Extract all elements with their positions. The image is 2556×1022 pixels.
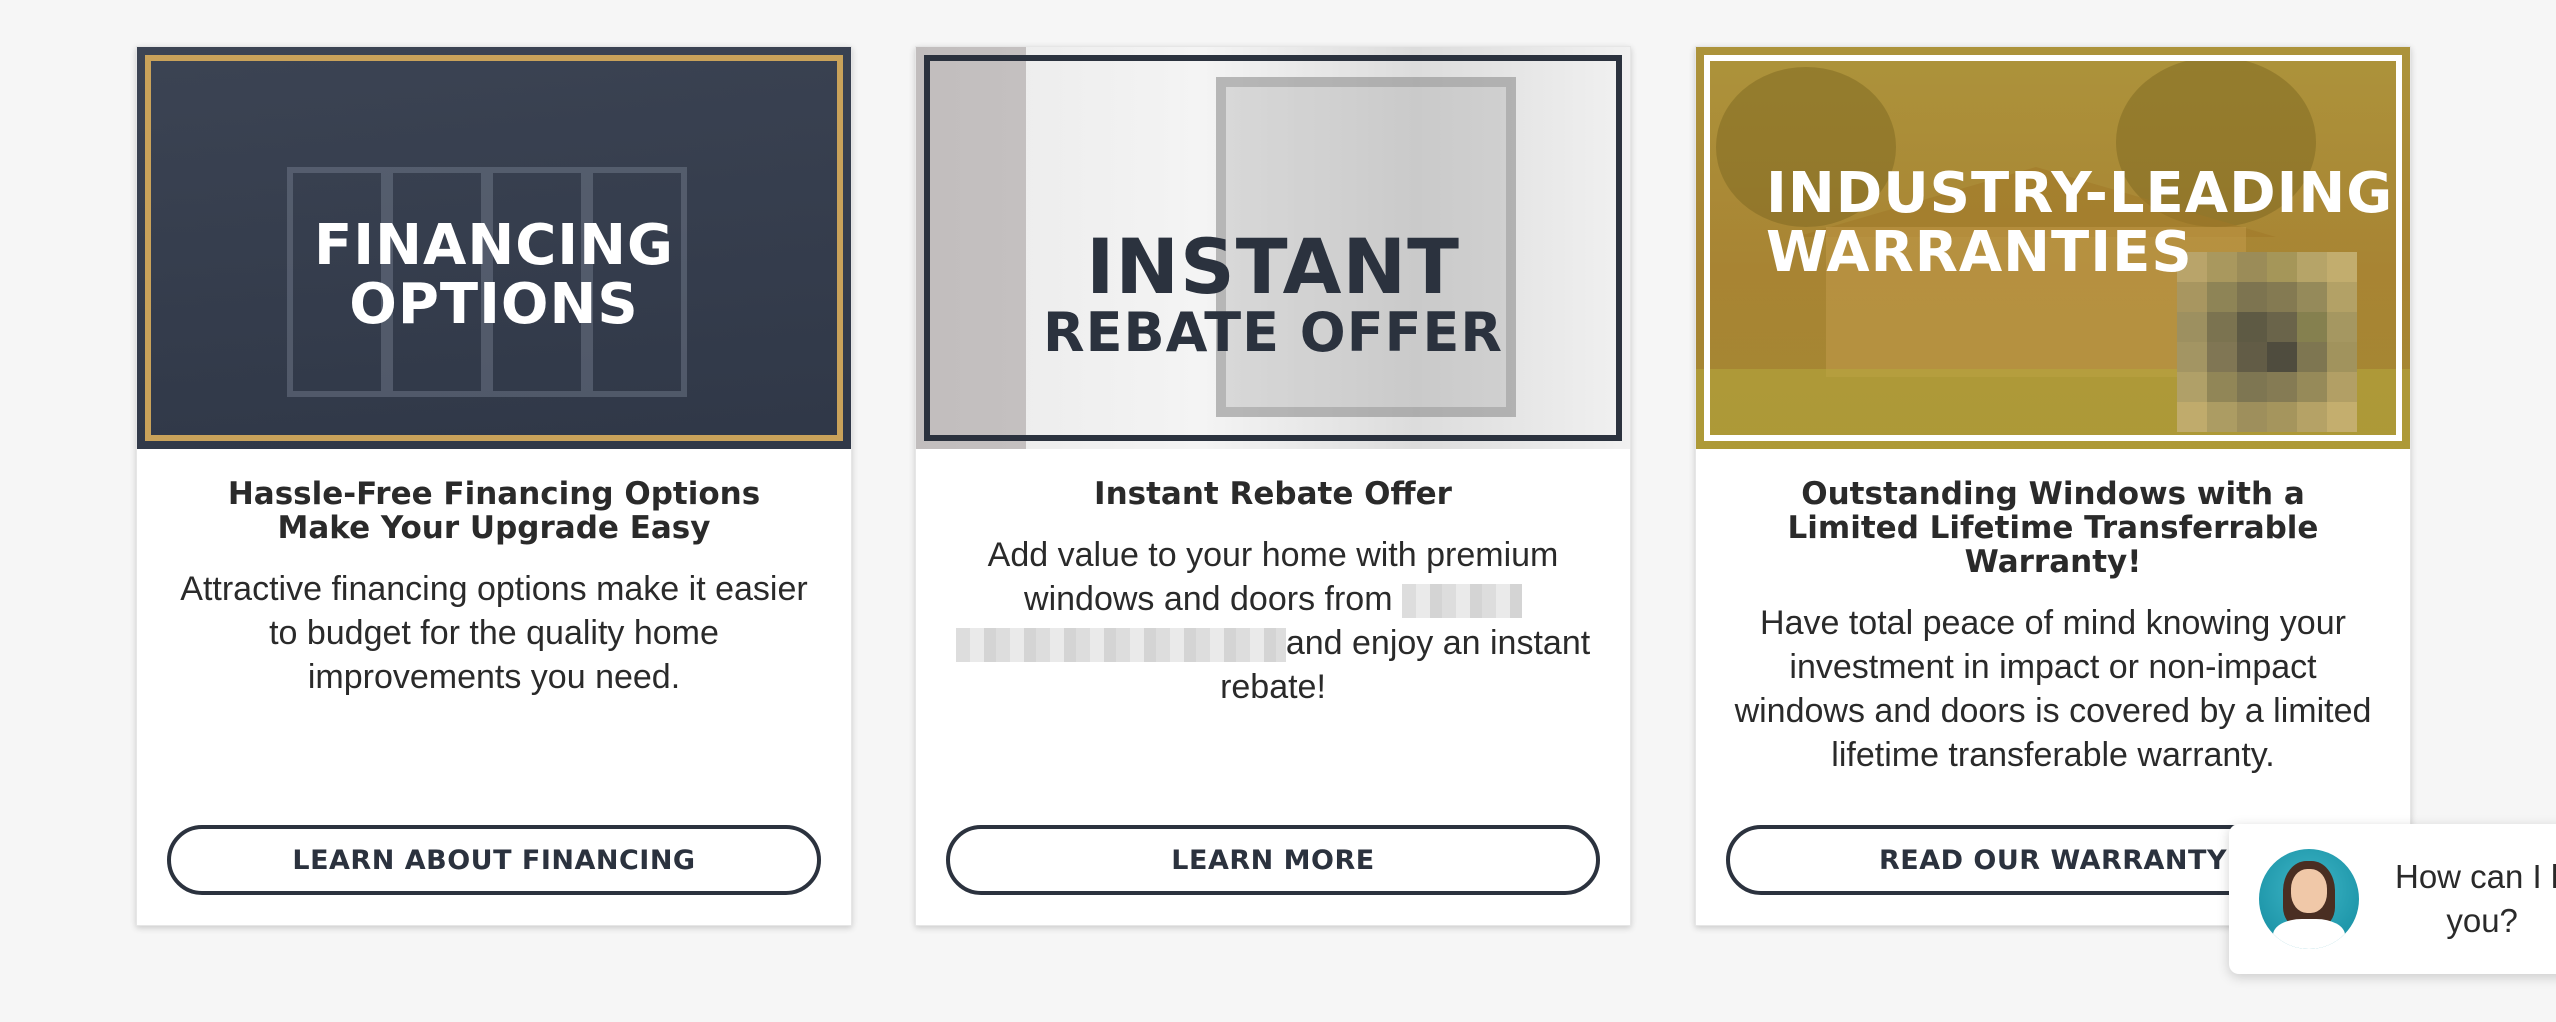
card-heading: Instant Rebate Offer (1094, 476, 1452, 512)
chat-prompt: How can I h you? (2395, 858, 2556, 939)
learn-about-financing-button[interactable]: LEARN ABOUT FINANCING (167, 825, 821, 895)
card-description: Add value to your home with premium wind… (946, 533, 1600, 709)
warranty-hero-image: INDUSTRY-LEADING WARRANTIES (1696, 47, 2410, 449)
card-description: Have total peace of mind knowing your in… (1734, 604, 2372, 774)
learn-more-button[interactable]: LEARN MORE (946, 825, 1600, 895)
card-heading: Hassle-Free Financing Options Make Your … (227, 476, 761, 546)
hero-title: INSTANT (1086, 222, 1460, 311)
rebate-card: INSTANT REBATE OFFER Instant Rebate Offe… (915, 46, 1631, 926)
card-heading: Outstanding Windows with a Limited Lifet… (1787, 476, 2319, 580)
hero-title: INDUSTRY-LEADING WARRANTIES (1766, 161, 2394, 285)
hero-subtitle: REBATE OFFER (1043, 301, 1503, 364)
rebate-hero-image: INSTANT REBATE OFFER (916, 47, 1630, 449)
chat-widget[interactable]: How can I h you? (2229, 824, 2556, 974)
card-description: Attractive financing options make it eas… (180, 570, 808, 696)
warranty-card: INDUSTRY-LEADING WARRANTIES Outstanding … (1695, 46, 2411, 926)
chat-agent-avatar (2259, 849, 2359, 949)
financing-card: FINANCING OPTIONS Hassle-Free Financing … (136, 46, 852, 926)
financing-hero-image: FINANCING OPTIONS (137, 47, 851, 449)
redacted-company-name (1401, 584, 1522, 619)
redacted-company-name-2 (955, 628, 1286, 663)
hero-title: FINANCING OPTIONS (314, 213, 674, 337)
page: FINANCING OPTIONS Hassle-Free Financing … (0, 0, 2556, 1022)
